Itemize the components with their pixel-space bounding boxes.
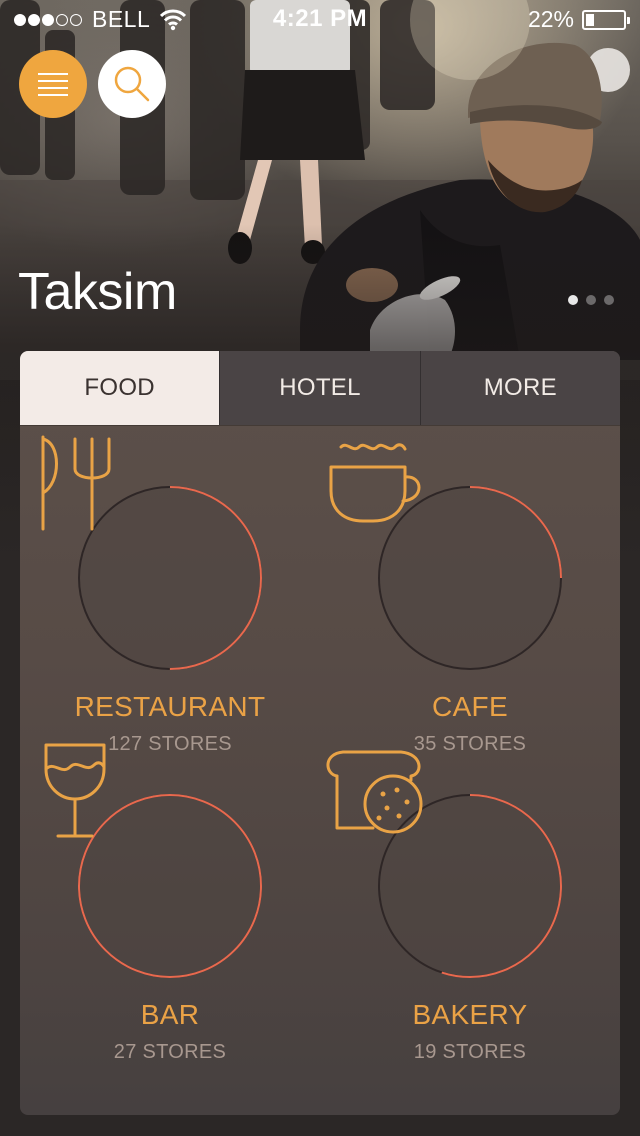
battery-icon xyxy=(582,9,630,30)
category-cafe[interactable]: CAFE 35 STORES xyxy=(320,443,620,756)
category-card: FOOD HOTEL MORE RESTAURANT 127 STORES CA… xyxy=(20,351,620,1115)
category-name: CAFE xyxy=(432,691,508,722)
category-bakery[interactable]: BAKERY 19 STORES xyxy=(320,750,620,1064)
category-name: RESTAURANT xyxy=(74,691,266,722)
category-bar[interactable]: BAR 27 STORES xyxy=(20,743,320,1064)
menu-button[interactable] xyxy=(19,50,87,118)
category-ring xyxy=(329,443,565,673)
page-title: Taksim xyxy=(18,263,177,321)
bread-cookie-icon xyxy=(326,750,423,834)
hamburger-menu-icon xyxy=(38,73,68,96)
status-bar: BELL 4:21 PM 22% xyxy=(0,0,640,40)
battery-level-fill xyxy=(586,13,594,26)
pager-dot-active[interactable] xyxy=(568,295,578,305)
category-ring xyxy=(326,750,565,981)
tab-more[interactable]: MORE xyxy=(419,351,620,425)
category-name: BAR xyxy=(140,999,200,1030)
pager-dot[interactable] xyxy=(586,295,596,305)
tab-food[interactable]: FOOD xyxy=(20,351,220,425)
battery-percentage: 22% xyxy=(527,6,574,32)
search-icon xyxy=(114,66,150,102)
wine-glass-icon xyxy=(44,743,106,838)
category-restaurant[interactable]: RESTAURANT 127 STORES xyxy=(20,435,320,756)
category-store-count: 27 STORES xyxy=(113,1041,227,1063)
tab-hotel[interactable]: HOTEL xyxy=(219,351,420,425)
carousel-pager[interactable] xyxy=(560,295,614,305)
pager-dot[interactable] xyxy=(604,295,614,305)
search-button[interactable] xyxy=(98,50,166,118)
category-ring xyxy=(44,743,265,981)
category-ring xyxy=(41,435,265,673)
category-store-count: 19 STORES xyxy=(413,1041,527,1063)
coffee-cup-icon xyxy=(329,443,421,523)
tab-bar: FOOD HOTEL MORE xyxy=(20,351,620,426)
category-name: BAKERY xyxy=(412,999,528,1030)
status-right: 22% xyxy=(527,6,630,33)
knife-fork-icon xyxy=(41,435,111,531)
